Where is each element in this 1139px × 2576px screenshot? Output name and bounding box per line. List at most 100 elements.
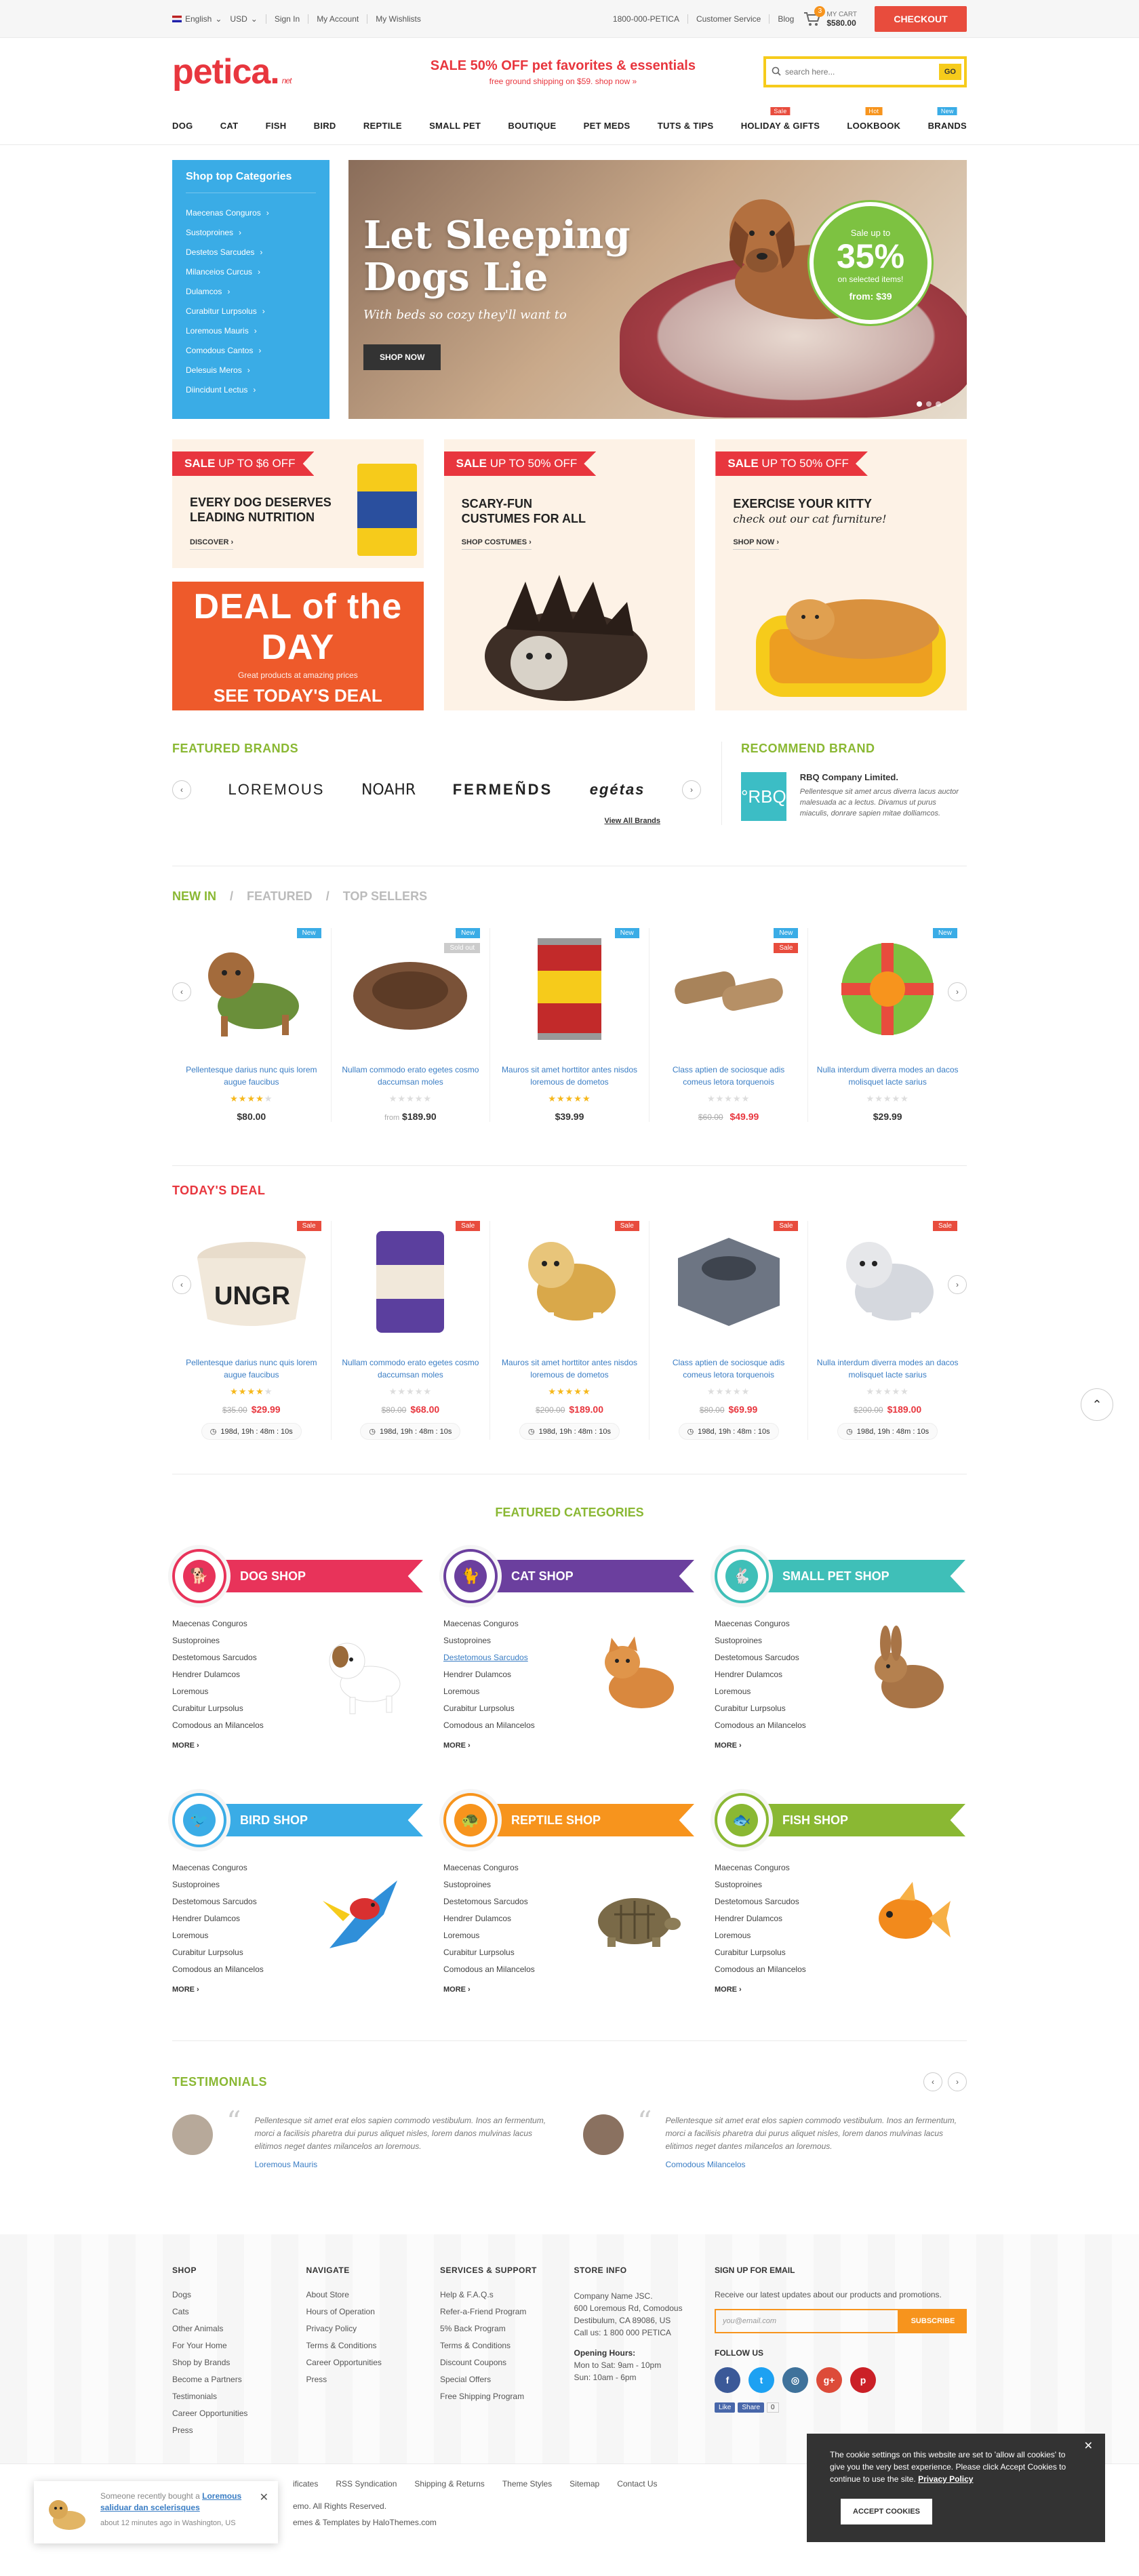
footer-link[interactable]: Shop by Brands [172,2358,306,2375]
nav-item-pet-meds[interactable]: PET MEDS [584,121,631,131]
carousel-prev-arrow[interactable]: ‹ [172,1275,191,1294]
category-item[interactable]: Delesuis Meros › [186,360,316,380]
category-item[interactable]: Loremous Mauris › [186,321,316,340]
more-link[interactable]: MORE › [172,1986,424,1994]
product-image[interactable] [498,928,641,1050]
testimonials-prev-arrow[interactable]: ‹ [923,2072,942,2091]
category-link[interactable]: Comodous an Milancelos [443,1965,696,1981]
footer-link[interactable]: Terms & Conditions [306,2341,441,2358]
footer-link[interactable]: Other Animals [172,2324,306,2341]
my-wishlists-link[interactable]: My Wishlists [376,14,421,24]
nav-item-boutique[interactable]: BOUTIQUE [508,121,556,131]
banner-cat-furniture[interactable]: SALE UP TO 50% OFF EXERCISE YOUR KITTY ch… [715,439,967,710]
footer-link[interactable]: For Your Home [172,2341,306,2358]
language-selector[interactable]: English ⌄ [172,14,222,24]
testimonials-next-arrow[interactable]: › [948,2072,967,2091]
product-card[interactable]: Sale Mauros sit amet horttitor antes nisd… [490,1221,650,1440]
nav-item-tuts-tips[interactable]: TUTS & TIPS [658,121,714,131]
footer-link[interactable]: Terms & Conditions [440,2341,574,2358]
product-card[interactable]: New Sold out Nullam commodo erato egetes c… [332,928,491,1122]
deal-of-the-day-banner[interactable]: DEAL of the DAY Great products at amazin… [172,582,424,710]
footer-link[interactable]: About Store [306,2290,441,2307]
customer-service-link[interactable]: Customer Service [696,14,761,24]
banner-dog-nutrition[interactable]: SALE UP TO $6 OFF EVERY DOG DESERVES LEAD… [172,439,424,568]
product-image[interactable] [816,1221,959,1343]
product-card[interactable]: New Nulla interdum diverra modes an dacos… [808,928,967,1122]
email-input[interactable]: you@email.com [715,2309,899,2333]
category-name[interactable]: SMALL PET SHOP [748,1560,965,1592]
shop-costumes-link[interactable]: SHOP COSTUMES › [461,538,532,550]
facebook-icon[interactable]: f [715,2367,740,2393]
product-title[interactable]: Class aptien de sociosque adis comeus le… [658,1356,800,1382]
footer-link[interactable]: Dogs [172,2290,306,2307]
more-link[interactable]: MORE › [172,1742,424,1750]
hero-slider[interactable]: Let Sleeping Dogs Lie With beds so cozy t… [348,160,967,419]
tab-top-sellers[interactable]: TOP SELLERS [343,889,427,904]
carousel-next-arrow[interactable]: › [948,982,967,1001]
category-item[interactable]: Dulamcos › [186,281,316,301]
category-item[interactable]: Comodous Cantos › [186,340,316,360]
category-item[interactable]: Maecenas Conguros › [186,203,316,222]
category-name[interactable]: DOG SHOP [206,1560,423,1592]
brand-logo[interactable]: LOREMOUS [228,781,325,799]
category-item[interactable]: Curabitur Lurpsolus › [186,301,316,321]
carousel-prev-arrow[interactable]: ‹ [172,982,191,1001]
instagram-icon[interactable]: ◎ [782,2367,808,2393]
product-title[interactable]: Pellentesque darius nunc quis lorem augu… [180,1064,323,1089]
product-image[interactable] [498,1221,641,1343]
category-header[interactable]: 🐢 REPTILE SHOP [443,1792,696,1848]
product-card[interactable]: New Sale Class aptien de sociosque adis co… [650,928,809,1122]
search-go-button[interactable]: GO [938,64,961,80]
testimonial-author[interactable]: Loremous Mauris [254,2160,556,2169]
slider-dot[interactable] [926,401,932,407]
pinterest-icon[interactable]: p [850,2367,876,2393]
brand-logo[interactable]: NOAHR [361,782,416,799]
more-link[interactable]: MORE › [443,1986,696,1994]
nav-item-small-pet[interactable]: SMALL PET [429,121,481,131]
view-all-brands-link[interactable]: View All Brands [172,817,660,825]
product-image[interactable] [658,1221,800,1343]
category-link[interactable]: Comodous an Milancelos [172,1965,424,1981]
more-link[interactable]: MORE › [715,1742,967,1750]
hero-shop-now-button[interactable]: SHOP NOW [363,344,441,370]
nav-item-dog[interactable]: DOG [172,121,193,131]
nav-item-cat[interactable]: CAT [220,121,239,131]
footer-bottom-link[interactable]: Sitemap [570,2479,599,2489]
shop-now-link[interactable]: SHOP NOW › [733,538,779,550]
category-link[interactable]: Comodous an Milancelos [715,1720,967,1737]
footer-link[interactable]: Special Offers [440,2375,574,2392]
footer-link[interactable]: Press [306,2375,441,2392]
more-link[interactable]: MORE › [715,1986,967,1994]
logo[interactable]: petica. net [172,52,292,92]
slider-dot[interactable] [936,401,941,407]
product-title[interactable]: Mauros sit amet horttitor antes nisdos l… [498,1064,641,1089]
see-todays-deal-link[interactable]: SEE TODAY'S DEAL [214,685,382,706]
twitter-icon[interactable]: t [748,2367,774,2393]
product-image[interactable] [816,928,959,1050]
category-name[interactable]: FISH SHOP [748,1804,965,1836]
footer-link[interactable]: Privacy Policy [306,2324,441,2341]
product-image[interactable] [180,928,323,1050]
footer-bottom-link[interactable]: Theme Styles [502,2479,552,2489]
more-link[interactable]: MORE › [443,1742,696,1750]
footer-link[interactable]: Become a Partners [172,2375,306,2392]
tab-featured[interactable]: FEATURED [247,889,313,904]
footer-link[interactable]: Discount Coupons [440,2358,574,2375]
close-icon[interactable]: ✕ [1084,2440,1093,2453]
footer-bottom-link[interactable]: Contact Us [617,2479,657,2489]
product-title[interactable]: Nullam commodo erato egetes cosmo daccum… [340,1356,482,1382]
facebook-like-button[interactable]: Like [715,2402,736,2413]
category-name[interactable]: CAT SHOP [477,1560,694,1592]
footer-link[interactable]: Career Opportunities [306,2358,441,2375]
brand-logo[interactable]: FERMEÑDS [453,781,553,799]
nav-item-holiday-gifts[interactable]: HOLIDAY & GIFTS Sale [741,106,820,131]
category-item[interactable]: Destetos Sarcudes › [186,242,316,262]
product-title[interactable]: Class aptien de sociosque adis comeus le… [658,1064,800,1089]
footer-link[interactable]: 5% Back Program [440,2324,574,2341]
category-item[interactable]: Diincidunt Lectus › [186,380,316,399]
footer-link[interactable]: Hours of Operation [306,2307,441,2324]
google-plus-icon[interactable]: g+ [816,2367,842,2393]
facebook-share-button[interactable]: Share [738,2402,765,2413]
category-name[interactable]: REPTILE SHOP [477,1804,694,1836]
mini-cart[interactable]: 3 MY CART $580.00 [803,6,857,28]
